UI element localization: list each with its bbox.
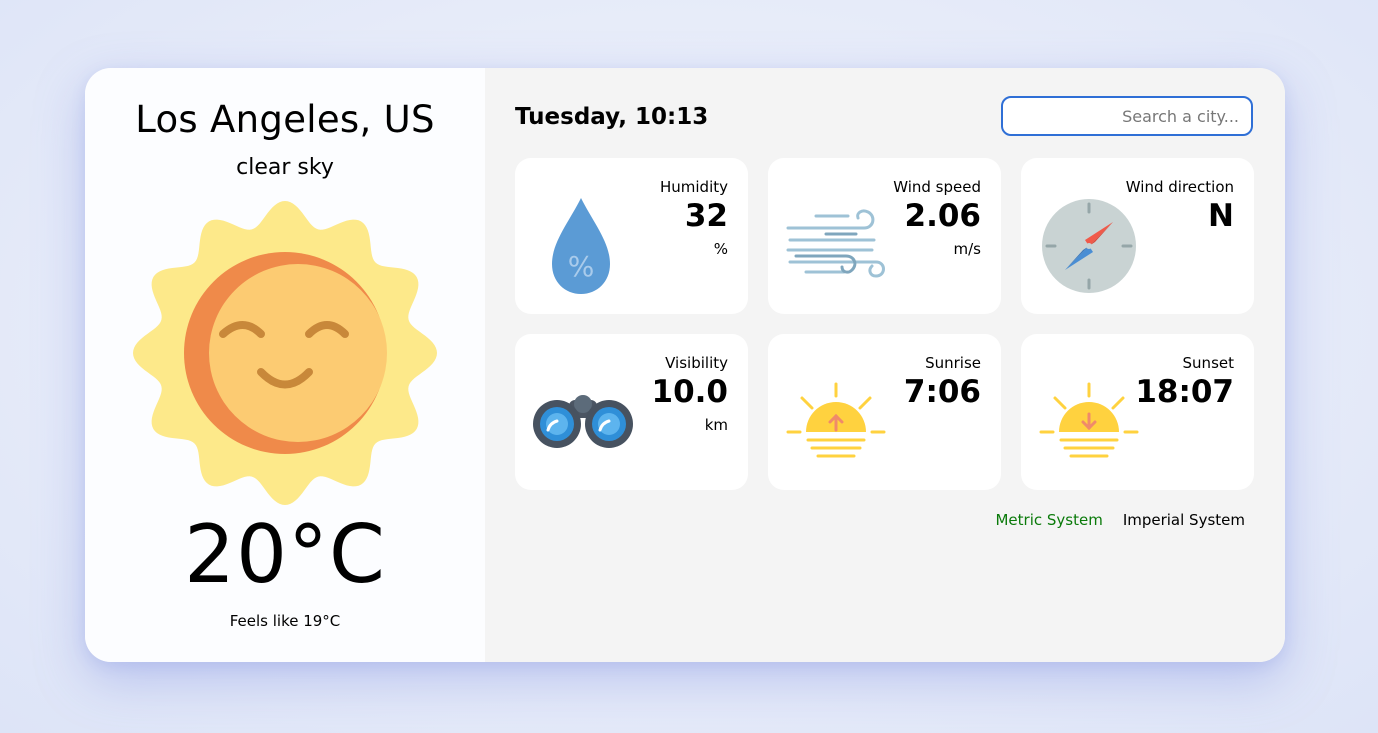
tile-visibility: Visibility 10.0 km xyxy=(515,334,748,490)
current-weather-panel: Los Angeles, US clear sky 20°C Feels lik… xyxy=(85,68,485,662)
wind-direction-label: Wind direction xyxy=(1125,178,1234,196)
sunrise-icon xyxy=(786,382,886,458)
city-name: Los Angeles, US xyxy=(135,98,435,141)
tile-humidity: % Humidity 32 % xyxy=(515,158,748,314)
visibility-unit: km xyxy=(704,416,728,434)
tile-wind-speed: Wind speed 2.06 m/s xyxy=(768,158,1001,314)
temperature: 20°C xyxy=(184,508,386,601)
imperial-system-button[interactable]: Imperial System xyxy=(1123,511,1245,529)
details-panel: Tuesday, 10:13 % Humidity 32 % xyxy=(485,68,1285,662)
sunset-icon xyxy=(1039,382,1139,458)
sunset-label: Sunset xyxy=(1182,354,1234,372)
sunrise-value: 7:06 xyxy=(903,374,981,410)
binoculars-icon xyxy=(533,395,633,448)
wind-direction-value: N xyxy=(1208,198,1234,234)
date-time: Tuesday, 10:13 xyxy=(515,104,709,130)
humidity-value: 32 xyxy=(684,198,728,234)
unit-system-toggle: Metric System Imperial System xyxy=(995,511,1245,529)
wind-speed-unit: m/s xyxy=(953,240,981,258)
visibility-value: 10.0 xyxy=(651,374,729,410)
wind-speed-label: Wind speed xyxy=(893,178,981,196)
visibility-label: Visibility xyxy=(665,354,728,372)
humidity-unit: % xyxy=(713,240,728,258)
feels-like: Feels like 19°C xyxy=(229,612,341,630)
svg-text:%: % xyxy=(568,250,595,283)
tile-sunrise: Sunrise 7:06 xyxy=(768,334,1001,490)
water-drop-icon: % xyxy=(552,198,610,294)
tile-sunset: Sunset 18:07 xyxy=(1021,334,1254,490)
weather-card: Los Angeles, US clear sky 20°C Feels lik… xyxy=(85,68,1285,662)
sunset-value: 18:07 xyxy=(1135,374,1234,410)
metric-system-button[interactable]: Metric System xyxy=(995,511,1102,529)
sunrise-label: Sunrise xyxy=(925,354,981,372)
compass-icon xyxy=(1042,199,1136,293)
humidity-label: Humidity xyxy=(659,178,728,196)
wind-icon xyxy=(786,209,885,278)
wind-speed-value: 2.06 xyxy=(904,198,982,234)
search-input[interactable] xyxy=(1001,96,1253,136)
sun-icon xyxy=(133,201,437,505)
weather-description: clear sky xyxy=(236,155,334,180)
tile-wind-direction: Wind direction N xyxy=(1021,158,1254,314)
